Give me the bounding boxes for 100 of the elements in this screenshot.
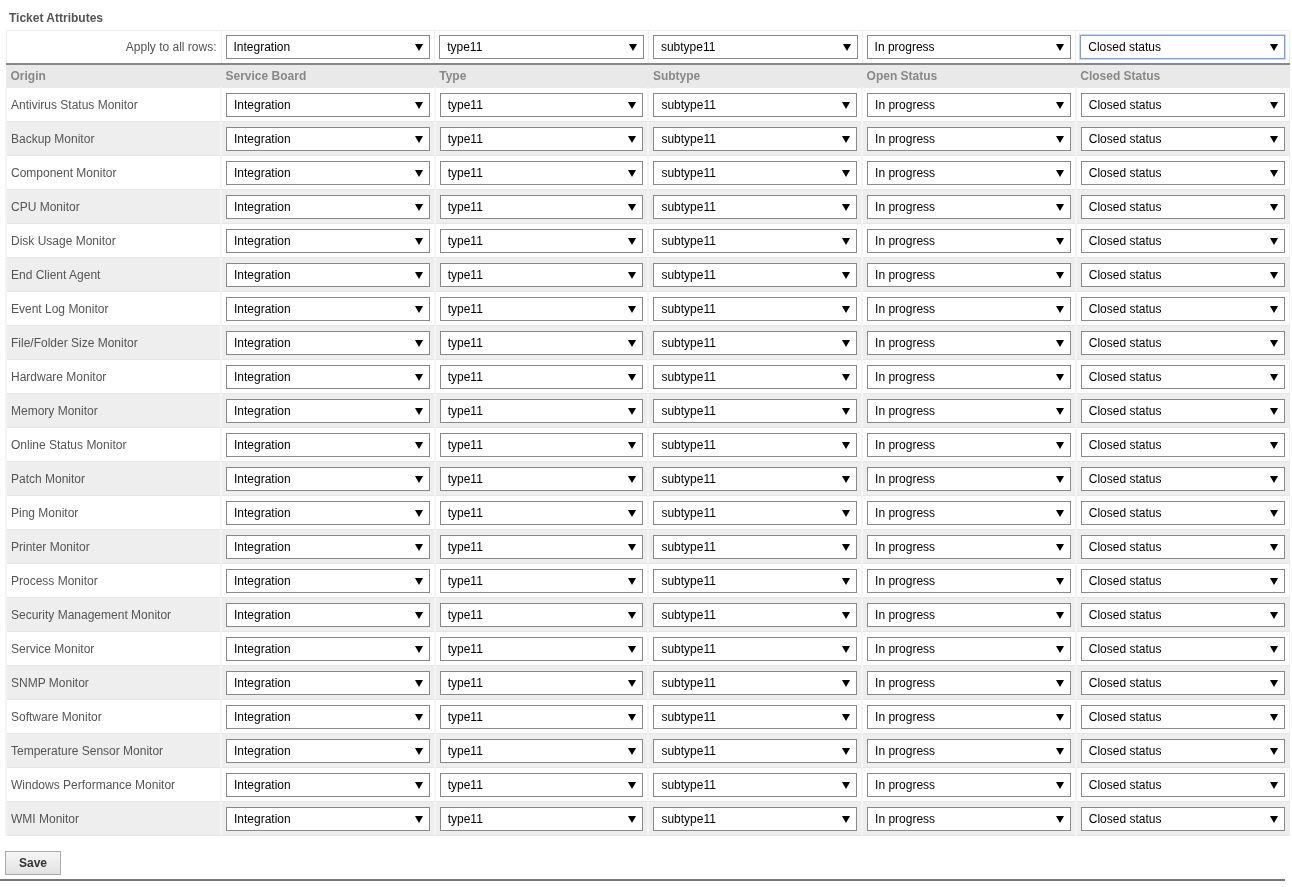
dropdown[interactable]: type11 [439, 772, 644, 797]
dropdown[interactable]: subtype11 [653, 806, 858, 831]
dropdown[interactable]: Closed status [1080, 92, 1285, 117]
dropdown[interactable]: In progress [867, 534, 1071, 559]
dropdown[interactable]: Closed status [1080, 432, 1285, 457]
dropdown[interactable]: In progress [867, 636, 1071, 661]
dropdown[interactable]: Closed status [1080, 35, 1285, 59]
dropdown[interactable]: subtype11 [653, 704, 858, 729]
dropdown[interactable]: Closed status [1080, 500, 1285, 525]
dropdown[interactable]: Integration [226, 126, 430, 151]
dropdown[interactable]: type11 [439, 262, 644, 287]
dropdown[interactable]: type11 [439, 364, 644, 389]
dropdown[interactable]: Integration [226, 262, 430, 287]
dropdown[interactable]: Closed status [1080, 738, 1285, 763]
dropdown[interactable]: In progress [867, 296, 1071, 321]
dropdown[interactable]: Closed status [1080, 772, 1285, 797]
dropdown[interactable]: Integration [226, 772, 430, 797]
dropdown[interactable]: Integration [226, 228, 430, 253]
dropdown[interactable]: Closed status [1080, 398, 1285, 423]
dropdown[interactable]: In progress [867, 568, 1071, 593]
dropdown[interactable]: type11 [439, 738, 644, 763]
dropdown[interactable]: type11 [439, 194, 644, 219]
dropdown[interactable]: In progress [867, 364, 1071, 389]
dropdown[interactable]: type11 [439, 92, 644, 117]
dropdown[interactable]: Integration [226, 636, 430, 661]
dropdown[interactable]: In progress [867, 704, 1071, 729]
dropdown[interactable]: subtype11 [653, 194, 858, 219]
dropdown[interactable]: Integration [226, 364, 430, 389]
dropdown[interactable]: In progress [867, 228, 1071, 253]
dropdown[interactable]: In progress [867, 500, 1071, 525]
dropdown[interactable]: type11 [439, 35, 644, 59]
dropdown[interactable]: subtype11 [653, 602, 858, 627]
dropdown[interactable]: type11 [439, 126, 644, 151]
dropdown[interactable]: Integration [226, 602, 430, 627]
dropdown[interactable]: In progress [867, 772, 1071, 797]
dropdown[interactable]: Closed status [1080, 568, 1285, 593]
dropdown[interactable]: In progress [867, 92, 1071, 117]
dropdown[interactable]: subtype11 [653, 262, 858, 287]
dropdown[interactable]: subtype11 [653, 364, 858, 389]
dropdown[interactable]: In progress [866, 35, 1072, 59]
dropdown[interactable]: type11 [439, 466, 644, 491]
dropdown[interactable]: Closed status [1080, 160, 1285, 185]
dropdown[interactable]: Closed status [1080, 602, 1285, 627]
dropdown[interactable]: Integration [226, 534, 430, 559]
dropdown[interactable]: subtype11 [653, 126, 858, 151]
dropdown[interactable]: subtype11 [653, 92, 858, 117]
dropdown[interactable]: Closed status [1080, 636, 1285, 661]
dropdown[interactable]: Integration [226, 466, 430, 491]
dropdown[interactable]: subtype11 [653, 534, 858, 559]
dropdown[interactable]: type11 [439, 330, 644, 355]
dropdown[interactable]: Integration [226, 296, 430, 321]
dropdown[interactable]: subtype11 [653, 432, 858, 457]
dropdown[interactable]: Integration [226, 500, 430, 525]
dropdown[interactable]: Integration [226, 160, 430, 185]
dropdown[interactable]: Closed status [1080, 194, 1285, 219]
dropdown[interactable]: Closed status [1080, 296, 1285, 321]
dropdown[interactable]: Integration [226, 432, 430, 457]
dropdown[interactable]: subtype11 [653, 296, 858, 321]
dropdown[interactable]: subtype11 [652, 35, 858, 59]
dropdown[interactable]: subtype11 [653, 228, 858, 253]
dropdown[interactable]: subtype11 [653, 466, 858, 491]
dropdown[interactable]: Closed status [1080, 364, 1285, 389]
dropdown[interactable]: type11 [439, 534, 644, 559]
dropdown[interactable]: type11 [439, 636, 644, 661]
dropdown[interactable]: Closed status [1080, 228, 1285, 253]
dropdown[interactable]: Closed status [1080, 806, 1285, 831]
dropdown[interactable]: Integration [226, 330, 430, 355]
dropdown[interactable]: Closed status [1080, 670, 1285, 695]
dropdown[interactable]: Integration [226, 92, 430, 117]
dropdown[interactable]: In progress [867, 126, 1071, 151]
dropdown[interactable]: type11 [439, 704, 644, 729]
dropdown[interactable]: subtype11 [653, 568, 858, 593]
dropdown[interactable]: Integration [226, 806, 430, 831]
dropdown[interactable]: type11 [439, 670, 644, 695]
dropdown[interactable]: In progress [867, 194, 1071, 219]
dropdown[interactable]: Closed status [1080, 262, 1285, 287]
dropdown[interactable]: subtype11 [653, 398, 858, 423]
dropdown[interactable]: subtype11 [653, 330, 858, 355]
dropdown[interactable]: In progress [867, 602, 1071, 627]
dropdown[interactable]: type11 [439, 228, 644, 253]
dropdown[interactable]: type11 [439, 806, 644, 831]
dropdown[interactable]: Closed status [1080, 534, 1285, 559]
dropdown[interactable]: type11 [439, 500, 644, 525]
dropdown[interactable]: In progress [867, 262, 1071, 287]
dropdown[interactable]: subtype11 [653, 670, 858, 695]
dropdown[interactable]: In progress [867, 670, 1071, 695]
dropdown[interactable]: In progress [867, 806, 1071, 831]
dropdown[interactable]: In progress [867, 466, 1071, 491]
save-button[interactable]: Save [5, 851, 62, 875]
dropdown[interactable]: Integration [226, 194, 430, 219]
dropdown[interactable]: Integration [226, 704, 430, 729]
dropdown[interactable]: Closed status [1080, 704, 1285, 729]
dropdown[interactable]: subtype11 [653, 160, 858, 185]
dropdown[interactable]: In progress [867, 432, 1071, 457]
dropdown[interactable]: type11 [439, 296, 644, 321]
dropdown[interactable]: Integration [226, 738, 430, 763]
dropdown[interactable]: subtype11 [653, 738, 858, 763]
dropdown[interactable]: type11 [439, 602, 644, 627]
dropdown[interactable]: subtype11 [653, 500, 858, 525]
dropdown[interactable]: type11 [439, 568, 644, 593]
